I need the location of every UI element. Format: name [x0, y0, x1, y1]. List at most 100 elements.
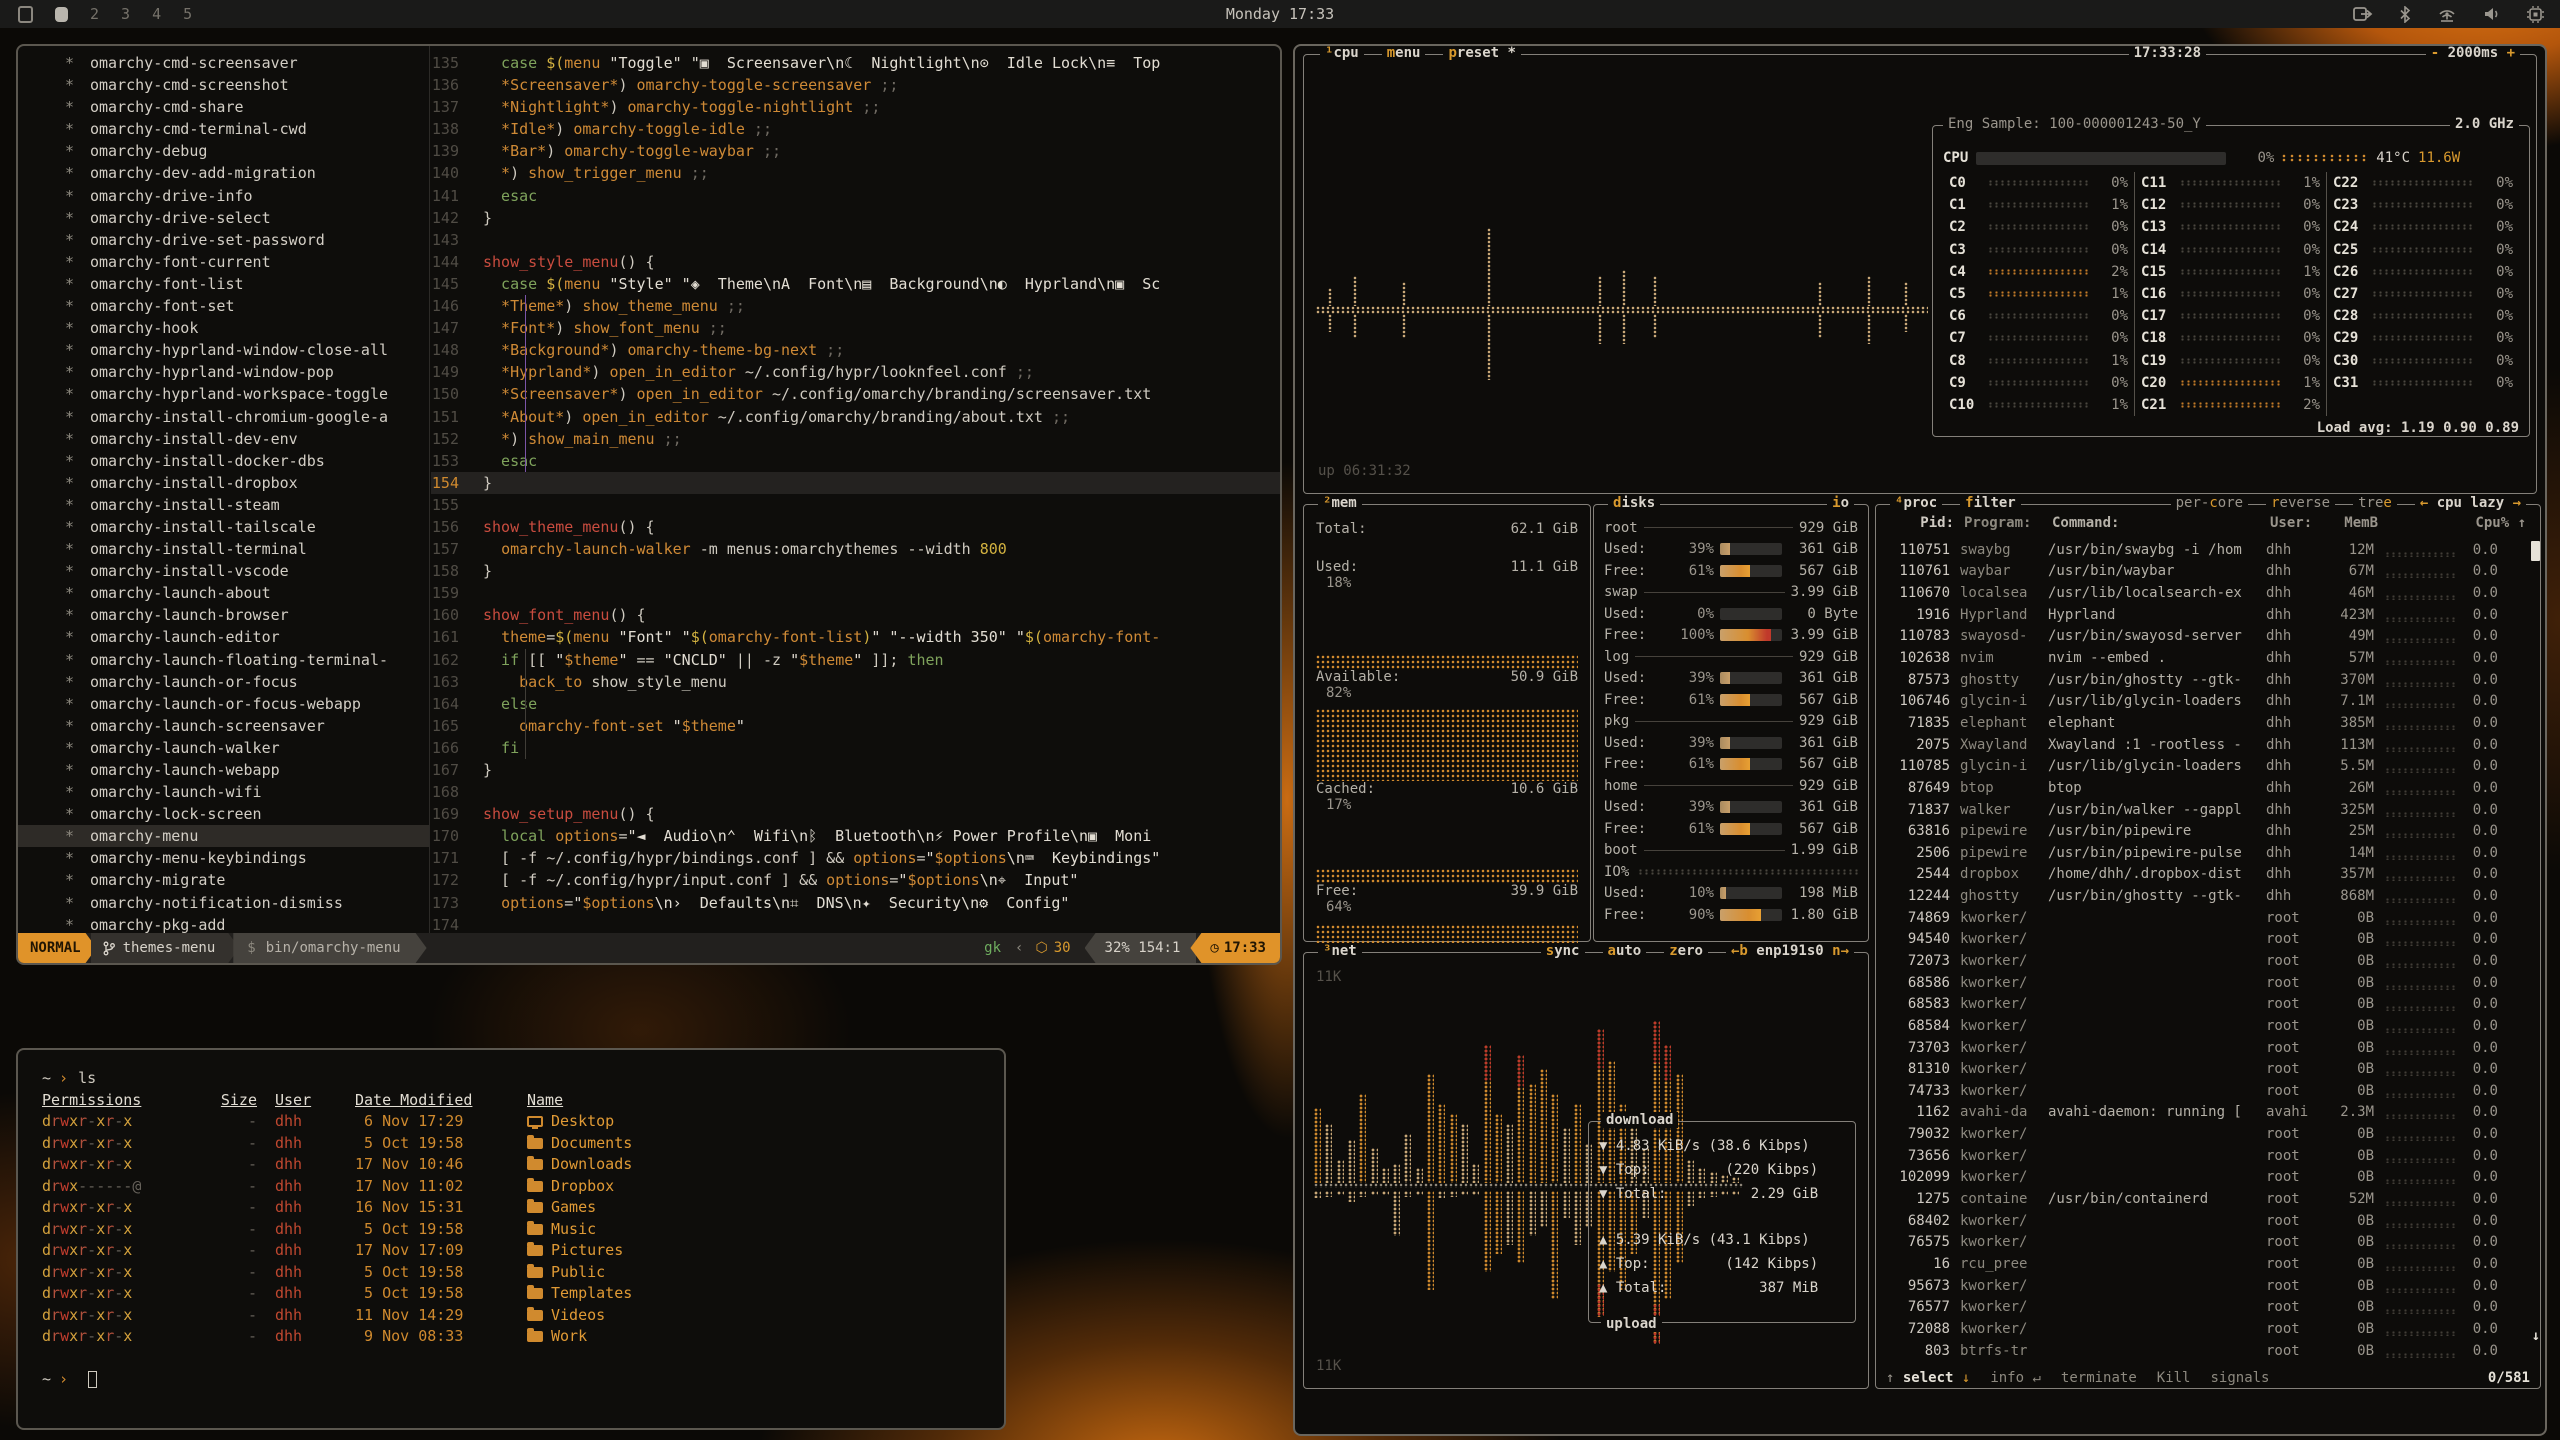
process-row[interactable]: 2075 Xwayland Xwayland :1 -rootless - dh… — [1880, 734, 2526, 756]
file-list-item[interactable]: * omarchy-dev-add-migration — [18, 162, 429, 184]
file-list-item[interactable]: * omarchy-launch-browser — [18, 604, 429, 626]
file-list-item[interactable]: * omarchy-migrate — [18, 869, 429, 891]
process-row[interactable]: 110761 waybar /usr/bin/waybar dhh 67M 0.… — [1880, 561, 2526, 583]
file-list-item[interactable]: * omarchy-launch-walker — [18, 737, 429, 759]
process-row[interactable]: 110783 swayosd- /usr/bin/swayosd-server … — [1880, 626, 2526, 648]
process-row[interactable]: 74733 kworker/ root 0B 0.0 — [1880, 1080, 2526, 1102]
process-row[interactable]: 68583 kworker/ root 0B 0.0 — [1880, 993, 2526, 1015]
file-list-item[interactable]: * omarchy-cmd-screensaver — [18, 52, 429, 74]
proc-percore-button[interactable]: per-core — [2171, 495, 2248, 511]
preset-button[interactable]: preset * — [1443, 45, 1520, 61]
process-row[interactable]: 72073 kworker/ root 0B 0.0 — [1880, 950, 2526, 972]
process-row[interactable]: 110751 swaybg /usr/bin/swaybg -i /hom dh… — [1880, 539, 2526, 561]
info-button[interactable]: info ↵ — [1990, 1370, 2041, 1386]
process-row[interactable]: 1916 Hyprland Hyprland dhh 423M 0.0 — [1880, 604, 2526, 626]
file-list-item[interactable]: * omarchy-font-set — [18, 295, 429, 317]
process-row[interactable]: 106746 glycin-i /usr/lib/glycin-loaders … — [1880, 690, 2526, 712]
file-list-item[interactable]: * omarchy-launch-or-focus-webapp — [18, 693, 429, 715]
process-row[interactable]: 102099 kworker/ root 0B 0.0 — [1880, 1167, 2526, 1189]
process-row[interactable]: 2544 dropbox /home/dhh/.dropbox-dist dhh… — [1880, 864, 2526, 886]
file-list-item[interactable]: * omarchy-hyprland-window-close-all — [18, 339, 429, 361]
process-row[interactable]: 73656 kworker/ root 0B 0.0 — [1880, 1145, 2526, 1167]
net-interface-switcher[interactable]: ←b enp191s0 n→ — [1726, 943, 1854, 959]
file-list-item[interactable]: * omarchy-drive-set-password — [18, 229, 429, 251]
proc-header[interactable]: Pid: Program: Command: User: MemB Cpu% ↑ — [1876, 515, 2540, 537]
file-list-item[interactable]: * omarchy-drive-info — [18, 185, 429, 207]
file-list-item[interactable]: * omarchy-install-steam — [18, 494, 429, 516]
process-row[interactable]: 16 rcu_pree root 0B 0.0 — [1880, 1253, 2526, 1275]
select-control[interactable]: ↑ select ↓ — [1886, 1370, 1970, 1386]
process-row[interactable]: 12244 ghostty /usr/bin/ghostty --gtk- dh… — [1880, 885, 2526, 907]
kill-button[interactable]: Kill — [2157, 1370, 2191, 1386]
file-list-item[interactable]: * omarchy-launch-floating-terminal- — [18, 649, 429, 671]
file-list-item[interactable]: * omarchy-launch-screensaver — [18, 715, 429, 737]
file-list-item[interactable]: * omarchy-cmd-terminal-cwd — [18, 118, 429, 140]
prompt-line-2[interactable]: ~ › — [42, 1369, 1004, 1391]
file-list-item[interactable]: * omarchy-pkg-add — [18, 914, 429, 933]
process-row[interactable]: 63816 pipewire /usr/bin/pipewire dhh 25M… — [1880, 820, 2526, 842]
file-list-item[interactable]: * omarchy-launch-wifi — [18, 781, 429, 803]
process-row[interactable]: 68402 kworker/ root 0B 0.0 — [1880, 1210, 2526, 1232]
net-tab[interactable]: ³net — [1318, 943, 1362, 959]
process-row[interactable]: 74869 kworker/ root 0B 0.0 — [1880, 907, 2526, 929]
file-list-item[interactable]: * omarchy-drive-select — [18, 207, 429, 229]
process-row[interactable]: 71835 elephant elephant dhh 385M 0.0 — [1880, 712, 2526, 734]
process-row[interactable]: 95673 kworker/ root 0B 0.0 — [1880, 1275, 2526, 1297]
file-list-item[interactable]: * omarchy-launch-webapp — [18, 759, 429, 781]
file-list-item[interactable]: * omarchy-install-vscode — [18, 560, 429, 582]
signals-button[interactable]: signals — [2210, 1370, 2269, 1386]
process-row[interactable]: 72088 kworker/ root 0B 0.0 — [1880, 1318, 2526, 1340]
file-list-item[interactable]: * omarchy-hyprland-window-pop — [18, 361, 429, 383]
file-list-item[interactable]: * omarchy-menu-keybindings — [18, 847, 429, 869]
process-row[interactable]: 76577 kworker/ root 0B 0.0 — [1880, 1296, 2526, 1318]
process-row[interactable]: 68584 kworker/ root 0B 0.0 — [1880, 1015, 2526, 1037]
net-auto-button[interactable]: auto — [1603, 943, 1647, 959]
file-list-item[interactable]: * omarchy-debug — [18, 140, 429, 162]
proc-nav[interactable]: ← cpu lazy → — [2415, 495, 2526, 511]
file-list-item[interactable]: * omarchy-cmd-share — [18, 96, 429, 118]
disks-tab[interactable]: disks — [1608, 495, 1660, 511]
interval-control[interactable]: - 2000ms + — [2426, 45, 2520, 61]
terminal-window[interactable]: ~ › ls Permissions Size User Date Modifi… — [16, 1048, 1006, 1430]
proc-tree-button[interactable]: tree — [2353, 495, 2397, 511]
file-list-item[interactable]: * omarchy-install-dev-env — [18, 428, 429, 450]
file-list-item[interactable]: * omarchy-launch-editor — [18, 626, 429, 648]
process-row[interactable]: 2506 pipewire /usr/bin/pipewire-pulse dh… — [1880, 842, 2526, 864]
file-list-item[interactable]: * omarchy-launch-about — [18, 582, 429, 604]
io-tab[interactable]: io — [1827, 495, 1854, 511]
file-list-item[interactable]: * omarchy-lock-screen — [18, 803, 429, 825]
net-sync-button[interactable]: sync — [1541, 943, 1585, 959]
process-row[interactable]: 71837 walker /usr/bin/walker --gappl dhh… — [1880, 799, 2526, 821]
cpu-tab[interactable]: ¹cpu — [1320, 45, 1364, 61]
proc-scroll-down-icon[interactable]: ↓ — [2532, 1328, 2540, 1344]
file-list-item[interactable]: * omarchy-font-current — [18, 251, 429, 273]
net-zero-button[interactable]: zero — [1664, 943, 1708, 959]
process-row[interactable]: 1275 containe /usr/bin/containerd root 5… — [1880, 1188, 2526, 1210]
process-row[interactable]: 81310 kworker/ root 0B 0.0 — [1880, 1058, 2526, 1080]
proc-tab[interactable]: ⁴proc — [1890, 495, 1942, 511]
process-row[interactable]: 1170 tailscal /usr/sbin/tailscaled -- ro… — [1880, 1361, 2526, 1362]
file-list-item[interactable]: * omarchy-launch-or-focus — [18, 671, 429, 693]
process-row[interactable]: 68586 kworker/ root 0B 0.0 — [1880, 972, 2526, 994]
file-list-item[interactable]: * omarchy-hyprland-workspace-toggle — [18, 383, 429, 405]
menu-button[interactable]: menu — [1382, 45, 1426, 61]
process-row[interactable]: 87573 ghostty /usr/bin/ghostty --gtk- dh… — [1880, 669, 2526, 691]
process-row[interactable]: 73703 kworker/ root 0B 0.0 — [1880, 1037, 2526, 1059]
file-list-item[interactable]: * omarchy-install-dropbox — [18, 472, 429, 494]
mem-tab[interactable]: ²mem — [1318, 495, 1362, 511]
file-list-item[interactable]: * omarchy-install-chromium-google-a — [18, 406, 429, 428]
file-list-item[interactable]: * omarchy-install-terminal — [18, 538, 429, 560]
file-list-item[interactable]: * omarchy-notification-dismiss — [18, 892, 429, 914]
proc-scrollbar-thumb[interactable] — [2531, 541, 2540, 561]
process-list[interactable]: 110751 swaybg /usr/bin/swaybg -i /hom dh… — [1880, 539, 2526, 1362]
process-row[interactable]: 76575 kworker/ root 0B 0.0 — [1880, 1232, 2526, 1254]
file-list-item[interactable]: * omarchy-install-docker-dbs — [18, 450, 429, 472]
process-row[interactable]: 79032 kworker/ root 0B 0.0 — [1880, 1123, 2526, 1145]
process-row[interactable]: 1162 avahi-da avahi-daemon: running [ av… — [1880, 1102, 2526, 1124]
process-row[interactable]: 94540 kworker/ root 0B 0.0 — [1880, 929, 2526, 951]
file-list-item[interactable]: * omarchy-hook — [18, 317, 429, 339]
file-list-item[interactable]: * omarchy-install-tailscale — [18, 516, 429, 538]
process-row[interactable]: 803 btrfs-tr root 0B 0.0 — [1880, 1340, 2526, 1362]
proc-reverse-button[interactable]: reverse — [2266, 495, 2335, 511]
file-list-item[interactable]: * omarchy-cmd-screenshot — [18, 74, 429, 96]
